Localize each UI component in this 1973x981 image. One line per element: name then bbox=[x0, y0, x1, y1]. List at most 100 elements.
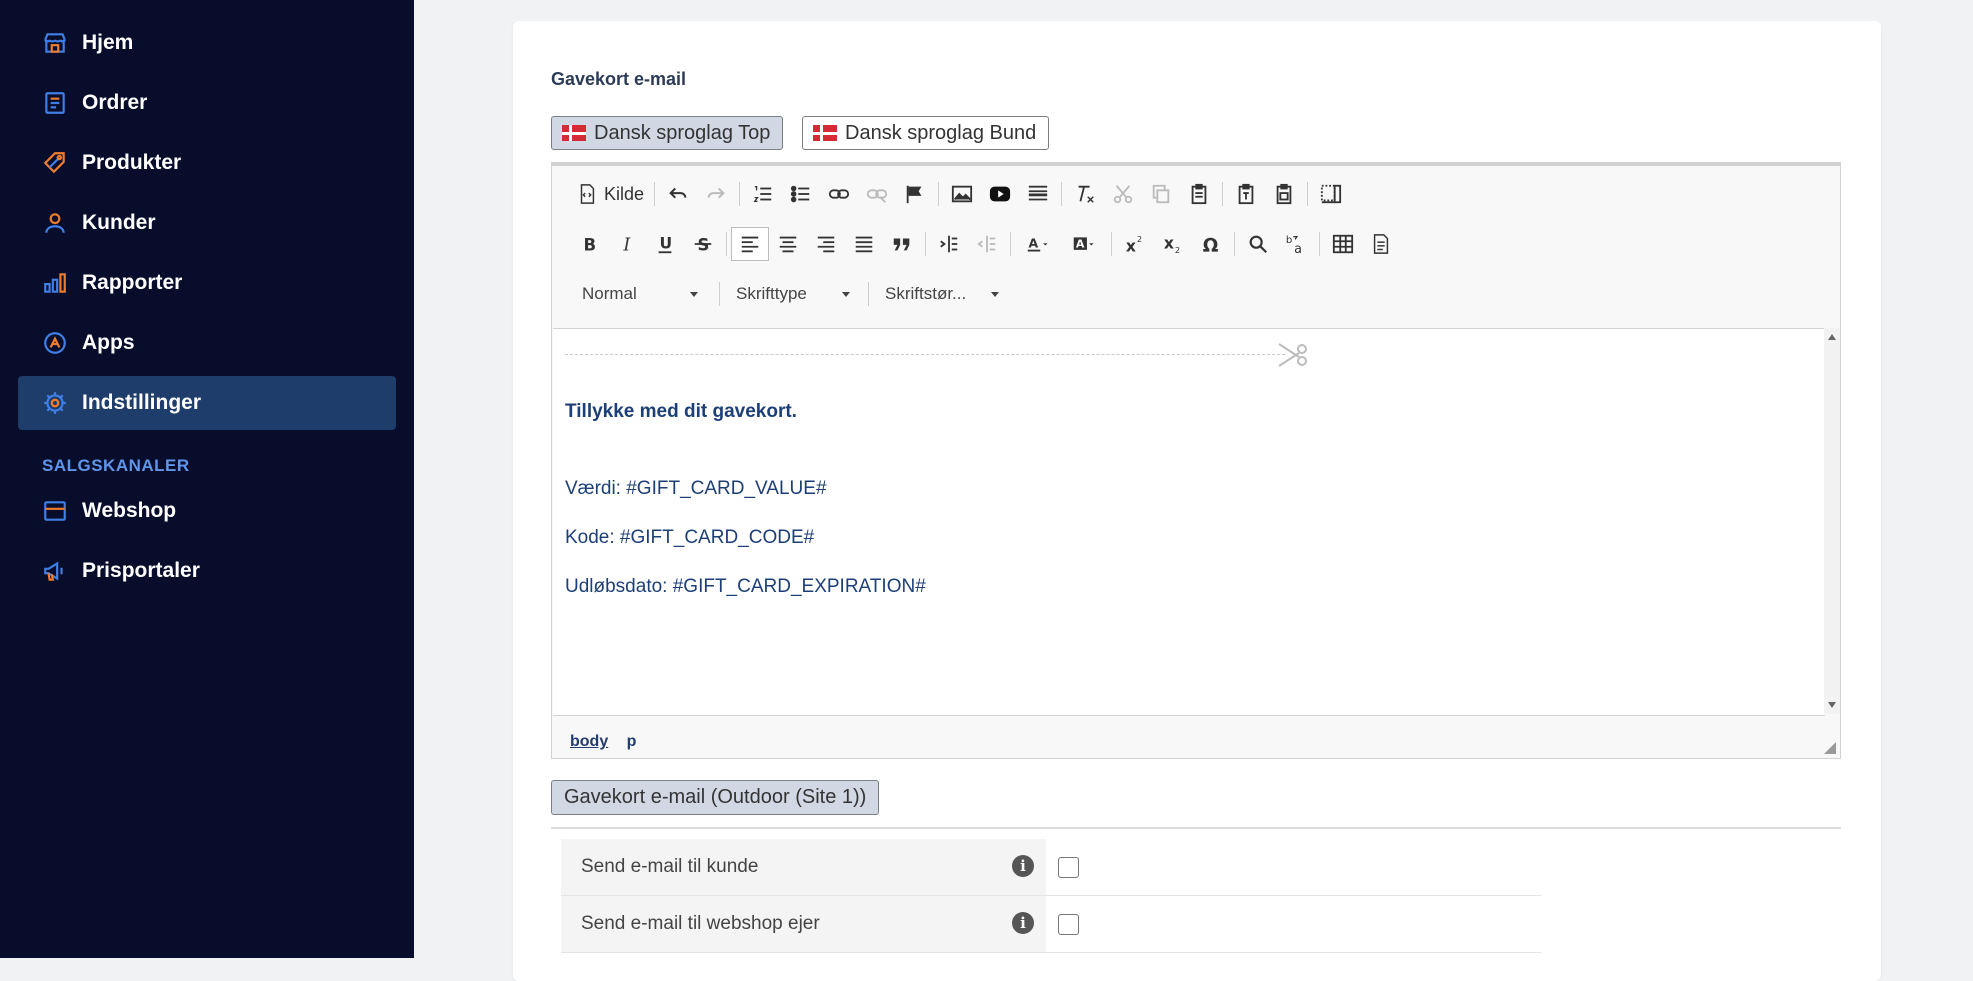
setting-value-cell bbox=[1046, 896, 1541, 952]
toolbar-separator bbox=[1061, 182, 1063, 206]
bar-chart-icon bbox=[42, 270, 68, 296]
tab-site-outdoor[interactable]: Gavekort e-mail (Outdoor (Site 1)) bbox=[551, 780, 880, 815]
paste-text-icon bbox=[1238, 183, 1254, 205]
table-button[interactable] bbox=[1324, 227, 1362, 261]
setting-value-cell bbox=[1046, 839, 1541, 895]
svg-text:S: S bbox=[698, 235, 710, 254]
editor-content-area[interactable]: Tillykke med dit gavekort. Værdi: #GIFT_… bbox=[553, 328, 1825, 716]
editor-scrollbar[interactable] bbox=[1824, 328, 1840, 714]
apps-icon bbox=[42, 330, 68, 356]
find-button[interactable] bbox=[1239, 227, 1277, 261]
anchor-button[interactable] bbox=[896, 177, 934, 211]
background-color-button[interactable]: A bbox=[1061, 227, 1107, 261]
sidebar-item-kunder[interactable]: Kunder bbox=[18, 196, 396, 250]
scroll-down-icon[interactable] bbox=[1828, 702, 1836, 708]
shop-icon bbox=[42, 498, 68, 524]
editor-top-border bbox=[552, 163, 1840, 166]
sidebar: Hjem Ordrer Produkter Kunder Rapporter A… bbox=[0, 0, 414, 958]
content-heading: Tillykke med dit gavekort. bbox=[565, 401, 797, 422]
info-icon[interactable]: i bbox=[1012, 912, 1034, 934]
paste-word-icon bbox=[1276, 183, 1292, 205]
source-button[interactable]: Kilde bbox=[570, 177, 650, 211]
image-button[interactable] bbox=[943, 177, 981, 211]
remove-format-button[interactable] bbox=[1066, 177, 1104, 211]
templates-button[interactable] bbox=[1312, 177, 1350, 211]
replace-icon: ba bbox=[1286, 235, 1302, 255]
cut-button[interactable] bbox=[1104, 177, 1142, 211]
redo-button[interactable] bbox=[697, 177, 735, 211]
sidebar-item-prisportaler[interactable]: Prisportaler bbox=[18, 544, 396, 598]
content-value-line: Værdi: #GIFT_CARD_VALUE# bbox=[565, 478, 827, 499]
chevron-down-icon bbox=[842, 291, 850, 297]
send-email-customer-checkbox[interactable] bbox=[1058, 856, 1079, 878]
special-char-button[interactable]: Ω bbox=[1192, 227, 1230, 261]
page-break-button[interactable] bbox=[1362, 227, 1400, 261]
path-body-link[interactable]: body bbox=[570, 733, 608, 750]
youtube-button[interactable] bbox=[981, 177, 1019, 211]
blockquote-button[interactable] bbox=[883, 227, 921, 261]
sidebar-item-hjem[interactable]: Hjem bbox=[18, 16, 396, 70]
align-center-button[interactable] bbox=[769, 227, 807, 261]
divider bbox=[551, 827, 1841, 829]
sidebar-item-ordrer[interactable]: Ordrer bbox=[18, 76, 396, 130]
toolbar-row-2: B I U S A A x 2 x 2 Ω b a bbox=[570, 225, 1400, 263]
tab-dansk-top[interactable]: Dansk sproglag Top bbox=[551, 116, 784, 150]
resize-handle[interactable] bbox=[1824, 742, 1836, 754]
outdent-button[interactable] bbox=[968, 227, 1006, 261]
bold-button[interactable]: B bbox=[570, 227, 608, 261]
svg-text:U: U bbox=[660, 235, 673, 253]
justify-button[interactable] bbox=[845, 227, 883, 261]
subscript-button[interactable]: x2 bbox=[1154, 227, 1192, 261]
remove-format-icon bbox=[1078, 185, 1094, 203]
sidebar-item-indstillinger[interactable]: Indstillinger bbox=[18, 376, 396, 430]
horizontal-rule-button[interactable] bbox=[1019, 177, 1057, 211]
indent-button[interactable] bbox=[930, 227, 968, 261]
font-size-select[interactable]: Skriftstør... bbox=[873, 277, 1013, 311]
svg-text:I: I bbox=[622, 235, 631, 255]
bulleted-list-button[interactable] bbox=[782, 177, 820, 211]
replace-button[interactable]: ba bbox=[1277, 227, 1315, 261]
underline-button[interactable]: U bbox=[646, 227, 684, 261]
strikethrough-button[interactable]: S bbox=[684, 227, 722, 261]
unlink-button[interactable] bbox=[858, 177, 896, 211]
scroll-up-icon[interactable] bbox=[1828, 334, 1836, 340]
link-icon bbox=[828, 189, 850, 199]
superscript-icon: x2 bbox=[1126, 234, 1142, 255]
sidebar-item-apps[interactable]: Apps bbox=[18, 316, 396, 370]
tab-dansk-bund[interactable]: Dansk sproglag Bund bbox=[802, 116, 1050, 150]
paste-button[interactable] bbox=[1180, 177, 1218, 211]
paste-icon bbox=[1191, 183, 1207, 205]
link-button[interactable] bbox=[820, 177, 858, 211]
redo-icon bbox=[707, 187, 725, 199]
svg-text:2: 2 bbox=[1175, 245, 1180, 255]
paste-text-button[interactable] bbox=[1227, 177, 1265, 211]
danish-flag-icon bbox=[813, 125, 837, 141]
superscript-button[interactable]: x2 bbox=[1116, 227, 1154, 261]
align-left-button[interactable] bbox=[731, 227, 769, 261]
text-color-button[interactable]: A bbox=[1015, 227, 1061, 261]
sidebar-item-label: Hjem bbox=[82, 31, 134, 54]
copy-button[interactable] bbox=[1142, 177, 1180, 211]
svg-text:B: B bbox=[584, 235, 597, 254]
format-select[interactable]: Normal bbox=[570, 277, 715, 311]
svg-text:x: x bbox=[1126, 237, 1136, 255]
undo-button[interactable] bbox=[659, 177, 697, 211]
toolbar-separator bbox=[1307, 182, 1309, 206]
align-right-button[interactable] bbox=[807, 227, 845, 261]
info-icon[interactable]: i bbox=[1012, 855, 1034, 877]
sidebar-item-rapporter[interactable]: Rapporter bbox=[18, 256, 396, 310]
scissors-icon bbox=[1113, 185, 1133, 204]
undo-icon bbox=[669, 187, 687, 199]
sidebar-item-produkter[interactable]: Produkter bbox=[18, 136, 396, 190]
font-family-select[interactable]: Skrifttype bbox=[724, 277, 864, 311]
omega-icon: Ω bbox=[1203, 235, 1219, 255]
numbered-list-button[interactable] bbox=[744, 177, 782, 211]
sidebar-item-webshop[interactable]: Webshop bbox=[18, 484, 396, 538]
toolbar-separator bbox=[719, 282, 720, 306]
italic-button[interactable]: I bbox=[608, 227, 646, 261]
document-icon bbox=[1373, 234, 1389, 254]
paste-word-button[interactable] bbox=[1265, 177, 1303, 211]
send-email-owner-checkbox[interactable] bbox=[1058, 913, 1079, 935]
image-icon bbox=[951, 185, 973, 203]
path-p-link[interactable]: p bbox=[627, 733, 637, 750]
